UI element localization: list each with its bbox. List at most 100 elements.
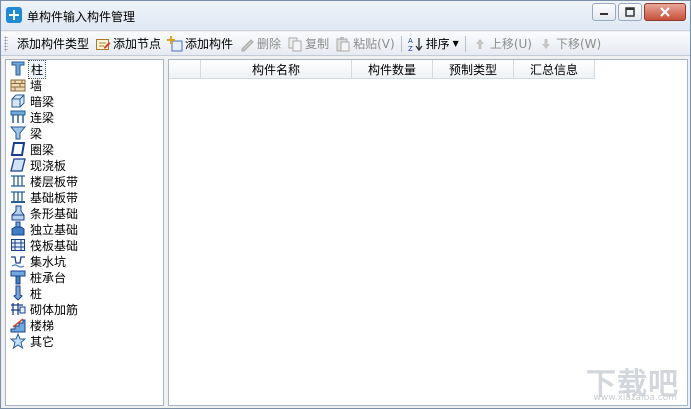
minimize-button[interactable] bbox=[592, 3, 616, 21]
tree-item-label: 条形基础 bbox=[30, 206, 79, 221]
close-button[interactable] bbox=[644, 3, 686, 21]
ring-beam-icon bbox=[10, 142, 26, 156]
tree-item-coupling-beam[interactable]: 连梁 bbox=[6, 109, 163, 125]
add-component-type-button[interactable]: 添加构件类型 bbox=[14, 33, 92, 55]
tree-item-label: 梁 bbox=[30, 126, 43, 141]
tree-item-label: 墙 bbox=[30, 78, 43, 93]
tree-item-masonry-rebar[interactable]: 砌体加筋 bbox=[6, 301, 163, 317]
tree-item-ring-beam[interactable]: 圈梁 bbox=[6, 141, 163, 157]
tree-item-label: 其它 bbox=[30, 334, 55, 349]
app-window: 单构件输入构件管理 添加构件类型 添加节点 添加构件 删除 复制 粘贴(V) A… bbox=[0, 0, 691, 409]
delete-button[interactable]: 删除 bbox=[236, 33, 284, 55]
app-icon bbox=[6, 7, 22, 23]
tree-item-pile-cap[interactable]: 桩承台 bbox=[6, 269, 163, 285]
column-header-blank[interactable] bbox=[169, 60, 201, 79]
add-component-label: 添加构件 bbox=[185, 37, 234, 51]
tree-item-label: 暗梁 bbox=[30, 94, 55, 109]
hidden-beam-icon bbox=[11, 94, 25, 108]
raft-foundation-icon bbox=[11, 239, 25, 251]
tree-item-label: 桩承台 bbox=[30, 270, 67, 285]
tree-item-label: 圈梁 bbox=[30, 142, 55, 157]
column-icon bbox=[11, 61, 25, 76]
tree-item-floor-strip[interactable]: 楼层板带 bbox=[6, 173, 163, 189]
list-header: 构件名称 构件数量 预制类型 汇总信息 bbox=[169, 60, 595, 79]
star-icon bbox=[10, 333, 26, 349]
tree-item-cast-slab[interactable]: 现浇板 bbox=[6, 157, 163, 173]
sump-pit-icon bbox=[11, 256, 25, 268]
toolbar-separator bbox=[400, 35, 402, 52]
move-up-label: 上移(U) bbox=[489, 37, 532, 51]
coupling-beam-icon bbox=[10, 110, 26, 123]
tree-item-beam[interactable]: 梁 bbox=[6, 125, 163, 141]
paste-label: 粘贴(V) bbox=[353, 37, 395, 51]
tree-item-label: 桩 bbox=[30, 286, 43, 301]
toolbar: 添加构件类型 添加节点 添加构件 删除 复制 粘贴(V) A Z 排序 ▼ 上移… bbox=[1, 32, 690, 56]
move-up-button[interactable]: 上移(U) bbox=[469, 33, 535, 55]
copy-label: 复制 bbox=[305, 37, 330, 51]
stairs-icon bbox=[10, 318, 26, 333]
toolbar-separator bbox=[464, 35, 466, 52]
tree-item-other[interactable]: 其它 bbox=[6, 333, 163, 349]
pile-icon bbox=[13, 285, 23, 301]
isolated-foundation-icon bbox=[11, 221, 25, 236]
cast-slab-icon bbox=[10, 158, 26, 172]
tree-item-hidden-beam[interactable]: 暗梁 bbox=[6, 93, 163, 109]
maximize-button[interactable] bbox=[618, 3, 642, 21]
tree-item-label: 独立基础 bbox=[30, 222, 79, 237]
component-type-tree[interactable]: 柱 墙 暗梁 连梁 梁 圈梁 现浇板 楼层板带 基础板带 条形基础 独立基础 筏… bbox=[5, 59, 164, 406]
tree-item-pile[interactable]: 桩 bbox=[6, 285, 163, 301]
tree-item-raft-foundation[interactable]: 筏板基础 bbox=[6, 237, 163, 253]
beam-icon bbox=[10, 126, 26, 140]
add-node-label: 添加节点 bbox=[113, 37, 162, 51]
tree-item-label: 基础板带 bbox=[30, 190, 79, 205]
add-node-button[interactable]: 添加节点 bbox=[92, 33, 164, 55]
delete-icon bbox=[239, 36, 255, 52]
strip-foundation-icon bbox=[11, 205, 25, 221]
add-component-icon bbox=[167, 35, 183, 52]
add-component-button[interactable]: 添加构件 bbox=[164, 33, 236, 55]
tree-item-label: 筏板基础 bbox=[30, 238, 79, 253]
tree-item-column[interactable]: 柱 bbox=[6, 59, 163, 79]
delete-label: 删除 bbox=[257, 37, 282, 51]
paste-button[interactable]: 粘贴(V) bbox=[332, 33, 398, 55]
tree-item-sump-pit[interactable]: 集水坑 bbox=[6, 253, 163, 269]
tree-item-label: 楼层板带 bbox=[30, 174, 79, 189]
window-controls bbox=[592, 3, 686, 23]
move-up-icon bbox=[472, 36, 488, 52]
tree-item-strip-foundation[interactable]: 条形基础 bbox=[6, 205, 163, 221]
wall-icon bbox=[10, 79, 26, 92]
tree-item-label: 连梁 bbox=[30, 110, 55, 125]
watermark: 下载吧 www.xiazaiba.com bbox=[586, 369, 679, 404]
add-node-icon bbox=[95, 36, 111, 52]
tree-item-label: 现浇板 bbox=[30, 158, 67, 173]
add-component-type-label: 添加构件类型 bbox=[17, 37, 90, 51]
tree-item-isolated-foundation[interactable]: 独立基础 bbox=[6, 221, 163, 237]
maximize-icon bbox=[625, 7, 635, 17]
move-down-icon bbox=[538, 36, 554, 52]
column-header-summary-info[interactable]: 汇总信息 bbox=[514, 60, 595, 79]
tree-item-wall[interactable]: 墙 bbox=[6, 77, 163, 93]
foundation-strip-icon bbox=[11, 191, 25, 203]
column-header-prefab-type[interactable]: 预制类型 bbox=[433, 60, 514, 79]
move-down-button[interactable]: 下移(W) bbox=[535, 33, 604, 55]
window-title: 单构件输入构件管理 bbox=[27, 10, 136, 24]
copy-button[interactable]: 复制 bbox=[284, 33, 332, 55]
copy-icon bbox=[287, 36, 303, 52]
tree-item-label: 集水坑 bbox=[30, 254, 67, 269]
column-header-component-name[interactable]: 构件名称 bbox=[201, 60, 352, 79]
tree-item-foundation-strip[interactable]: 基础板带 bbox=[6, 189, 163, 205]
toolbar-grip[interactable] bbox=[4, 35, 8, 52]
move-down-label: 下移(W) bbox=[555, 37, 602, 51]
tree-item-stairs[interactable]: 楼梯 bbox=[6, 317, 163, 333]
chevron-down-icon: ▼ bbox=[452, 39, 459, 48]
sort-icon: AZ bbox=[408, 36, 424, 52]
pile-cap-icon bbox=[10, 270, 26, 285]
tree-item-label: 砌体加筋 bbox=[30, 302, 79, 317]
watermark-url: www.xiazaiba.com bbox=[593, 393, 677, 403]
title-bar[interactable]: 单构件输入构件管理 bbox=[1, 1, 690, 31]
column-header-component-count[interactable]: 构件数量 bbox=[352, 60, 433, 79]
sort-label: 排序 bbox=[425, 37, 450, 51]
component-list[interactable]: 构件名称 构件数量 预制类型 汇总信息 下载吧 www.xiazaiba.com bbox=[168, 59, 688, 406]
sort-button[interactable]: AZ 排序 ▼ bbox=[405, 33, 462, 55]
minimize-icon bbox=[600, 13, 608, 15]
